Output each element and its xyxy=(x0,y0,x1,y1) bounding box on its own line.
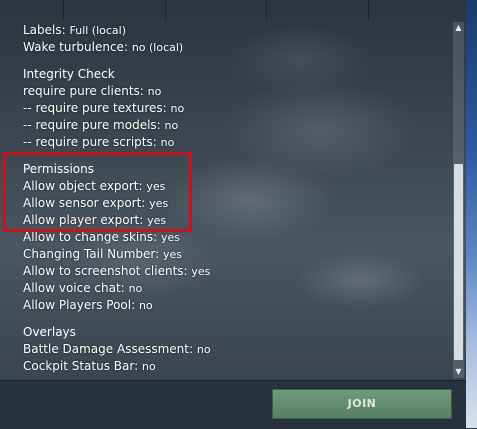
join-button[interactable]: JOIN xyxy=(272,389,452,419)
row-label: Changing Tail Number: xyxy=(23,247,160,261)
row-value: no xyxy=(160,136,175,149)
voice-chat-row: Allow voice chat: no xyxy=(23,280,443,297)
row-value: no xyxy=(138,299,153,312)
scroll-up-arrow-icon[interactable]: ▲ xyxy=(453,22,464,34)
bda-row: Battle Damage Assessment: no xyxy=(23,341,443,358)
background-sky-strip xyxy=(466,0,477,428)
players-pool-row: Allow Players Pool: no xyxy=(23,297,443,314)
tail-number-row: Changing Tail Number: yes xyxy=(23,246,443,263)
row-label: Allow voice chat: xyxy=(23,281,125,295)
row-label: Allow to screenshot clients: xyxy=(23,264,188,278)
labels-row: Labels: Full (local) xyxy=(23,22,443,39)
pure-textures-row: -- require pure textures: no xyxy=(23,100,443,117)
row-label: Allow to change skins: xyxy=(23,230,158,244)
row-label: -- require pure textures: xyxy=(23,101,167,115)
vertical-scrollbar[interactable]: ▲ ▼ xyxy=(453,22,464,378)
row-value: yes xyxy=(160,231,180,244)
integrity-check-title: Integrity Check xyxy=(23,67,115,81)
row-value: Full (local) xyxy=(69,24,127,37)
row-label: Cockpit Status Bar: xyxy=(23,359,139,373)
scroll-down-arrow-icon[interactable]: ▼ xyxy=(453,366,464,378)
row-label: -- require pure models: xyxy=(23,118,161,132)
row-label: Allow Players Pool: xyxy=(23,298,136,312)
row-value: no xyxy=(128,282,143,295)
row-value: no xyxy=(141,360,156,373)
screenshot-clients-row: Allow to screenshot clients: yes xyxy=(23,263,443,280)
row-label: Wake turbulence: xyxy=(23,40,128,54)
overlays-title: Overlays xyxy=(23,325,76,339)
row-value: no xyxy=(147,85,162,98)
row-value: yes xyxy=(162,248,182,261)
pure-clients-row: require pure clients: no xyxy=(23,83,443,100)
cockpit-status-bar-row: Cockpit Status Bar: no xyxy=(23,358,443,375)
row-label: require pure clients: xyxy=(23,84,144,98)
row-label: Battle Damage Assessment: xyxy=(23,342,194,356)
scroll-thumb[interactable] xyxy=(454,164,463,360)
pure-scripts-row: -- require pure scripts: no xyxy=(23,134,443,151)
wake-turbulence-row: Wake turbulence: no (local) xyxy=(23,39,443,56)
row-value: no xyxy=(164,119,179,132)
pure-models-row: -- require pure models: no xyxy=(23,117,443,134)
row-value: no (local) xyxy=(131,41,184,54)
row-label: -- require pure scripts: xyxy=(23,135,157,149)
row-value: no xyxy=(170,102,185,115)
permissions-highlight-box xyxy=(3,152,192,232)
row-value: yes xyxy=(191,265,211,278)
top-tab-strip xyxy=(0,0,466,20)
row-label: Labels: xyxy=(23,23,66,37)
row-value: no xyxy=(196,343,211,356)
